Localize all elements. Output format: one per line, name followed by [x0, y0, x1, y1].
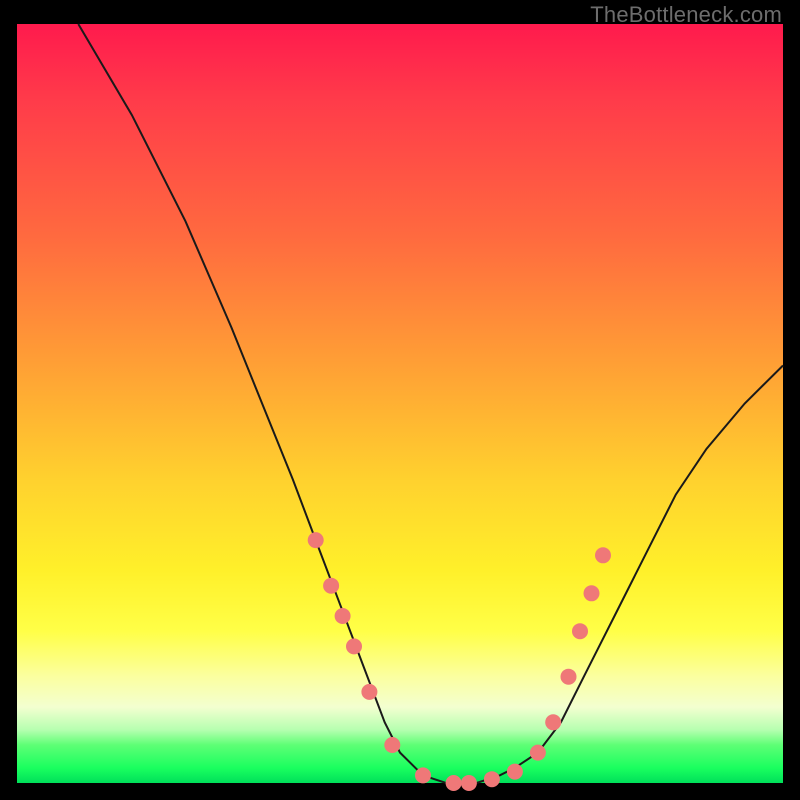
bottleneck-curve: [78, 24, 783, 783]
threshold-dot: [415, 767, 431, 783]
threshold-dot: [461, 775, 477, 791]
threshold-dot: [561, 669, 577, 685]
watermark-text: TheBottleneck.com: [590, 2, 782, 28]
threshold-dot-group: [308, 532, 611, 791]
threshold-dot: [446, 775, 462, 791]
threshold-dot: [572, 623, 588, 639]
threshold-dot: [361, 684, 377, 700]
threshold-dot: [507, 764, 523, 780]
threshold-dot: [530, 745, 546, 761]
threshold-dot: [346, 638, 362, 654]
chart-frame: [17, 24, 783, 783]
threshold-dot: [323, 578, 339, 594]
threshold-dot: [545, 714, 561, 730]
threshold-dot: [384, 737, 400, 753]
threshold-dot: [595, 547, 611, 563]
threshold-dot: [484, 771, 500, 787]
threshold-dot: [308, 532, 324, 548]
threshold-dot: [335, 608, 351, 624]
bottleneck-chart: [17, 24, 783, 783]
threshold-dot: [584, 585, 600, 601]
